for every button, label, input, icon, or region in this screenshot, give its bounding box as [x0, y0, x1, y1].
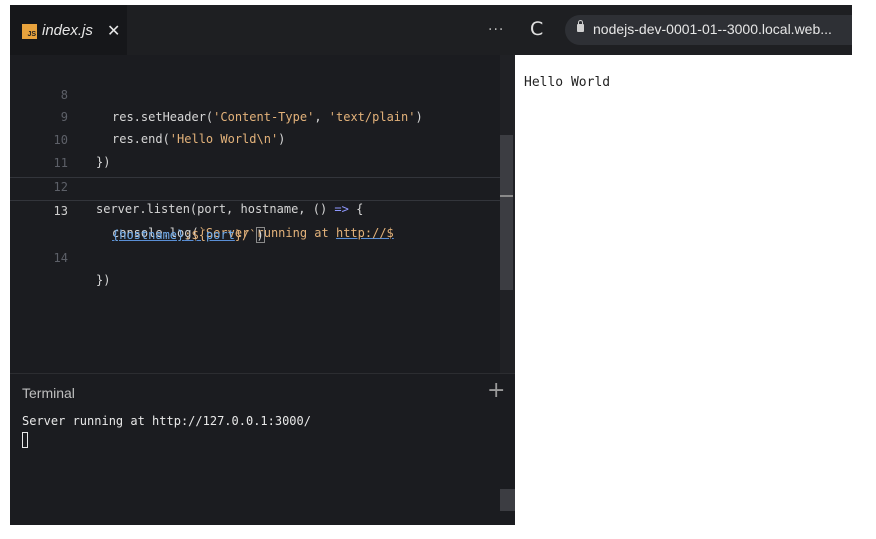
- close-icon[interactable]: ✕: [107, 21, 120, 40]
- page-content-text: Hello World: [524, 75, 611, 90]
- url-text: nodejs-dev-0001-01--3000.local.web...: [593, 21, 832, 37]
- add-terminal-icon[interactable]: +: [487, 378, 505, 403]
- code-editor[interactable]: 8 res.setHeader('Content-Type', 'text/pl…: [10, 55, 500, 373]
- terminal-title: Terminal: [22, 385, 75, 401]
- app-window: JS index.js ✕ ··· 8 res.setHeader('Conte…: [10, 5, 852, 525]
- more-options-icon[interactable]: ···: [488, 22, 504, 38]
- terminal-output: Server running at http://127.0.0.1:3000/: [22, 414, 311, 428]
- line-number: 14: [53, 251, 68, 265]
- code-text: }): [96, 273, 111, 287]
- code-line: 8 res.setHeader('Content-Type', 'text/pl…: [10, 62, 500, 124]
- tab-label: index.js: [42, 22, 93, 39]
- code-line-wrapped: {hostname}:${port}/`): [10, 202, 500, 243]
- browser-toolbar: C nodejs-dev-0001-01--3000.local.web...: [515, 5, 852, 55]
- scrollbar-cursor-marker: [500, 195, 513, 197]
- code-line: 14 }): [10, 225, 500, 287]
- browser-preview-pane: C nodejs-dev-0001-01--3000.local.web... …: [515, 5, 852, 524]
- reload-icon[interactable]: C: [530, 18, 543, 40]
- tab-index-js[interactable]: JS index.js ✕: [10, 5, 127, 55]
- code-line: 12 server.listen(port, hostname, () => {: [10, 154, 500, 216]
- code-line: 10 }): [10, 107, 500, 169]
- address-bar[interactable]: nodejs-dev-0001-01--3000.local.web...: [565, 15, 852, 45]
- editor-scrollbar[interactable]: [500, 55, 515, 373]
- lock-icon: [577, 20, 584, 32]
- page-viewport: Hello World: [515, 55, 852, 524]
- code-line: 11: [10, 130, 500, 170]
- scrollbar-thumb[interactable]: [500, 135, 513, 290]
- active-code-line: 13 console.log(`Server running at http:/…: [10, 177, 500, 240]
- tab-bar: JS index.js ✕ ···: [10, 5, 515, 55]
- terminal-panel[interactable]: Terminal + Server running at http://127.…: [10, 373, 515, 525]
- terminal-scrollbar-thumb[interactable]: [500, 489, 515, 511]
- terminal-cursor: [22, 432, 28, 448]
- editor-pane: JS index.js ✕ ··· 8 res.setHeader('Conte…: [10, 5, 515, 525]
- code-line: 9 res.end('Hello World\n'): [10, 84, 500, 146]
- javascript-file-icon: JS: [22, 24, 37, 39]
